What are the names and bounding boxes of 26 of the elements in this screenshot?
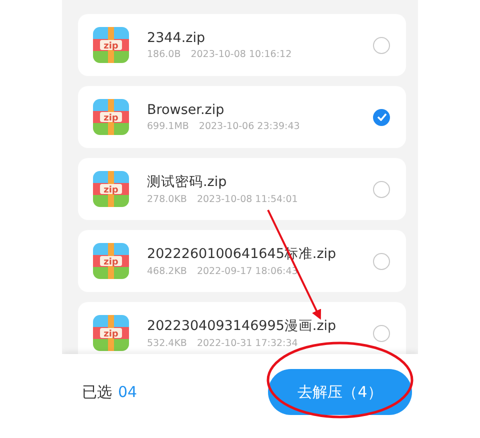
file-card[interactable]: zip 测试密码.zip 278.0KB 2023-10-08 11:54:01	[78, 158, 406, 220]
select-radio[interactable]	[373, 252, 390, 270]
file-size: 186.0B	[147, 49, 181, 60]
file-name: Browser.zip	[147, 102, 226, 118]
file-size: 532.4KB	[147, 338, 187, 349]
file-card[interactable]: zip 2344.zip 186.0B 2023-10-08 10:16:12	[78, 14, 406, 76]
file-card[interactable]: zip Browser.zip 699.1MB 2023-10-06 23:39:43	[78, 86, 406, 148]
file-date: 2023-10-08 11:54:01	[196, 194, 298, 205]
check-icon	[376, 113, 386, 121]
select-radio[interactable]	[373, 36, 390, 54]
select-radio[interactable]	[373, 180, 390, 198]
select-radio[interactable]	[373, 324, 390, 342]
file-size: 699.1MB	[147, 121, 189, 132]
file-date: 2022-09-17 18:06:43	[196, 266, 298, 277]
selected-count: 04	[118, 383, 138, 401]
file-size: 468.2KB	[147, 266, 187, 277]
file-name: 2022304093146995漫画.zip	[147, 317, 338, 335]
file-date: 2022-10-31 17:32:34	[196, 338, 298, 349]
file-name: 测试密码.zip	[147, 173, 228, 191]
select-radio[interactable]	[373, 108, 390, 126]
file-date: 2023-10-06 23:39:43	[198, 121, 300, 132]
file-size: 278.0KB	[147, 194, 187, 205]
file-date: 2023-10-08 10:16:12	[190, 49, 292, 60]
file-name: 2344.zip	[147, 30, 206, 46]
selected-label: 已选	[82, 382, 112, 402]
file-card[interactable]: zip 2022304093146995漫画.zip 532.4KB 2022-10-31 17:32:34	[78, 302, 406, 354]
